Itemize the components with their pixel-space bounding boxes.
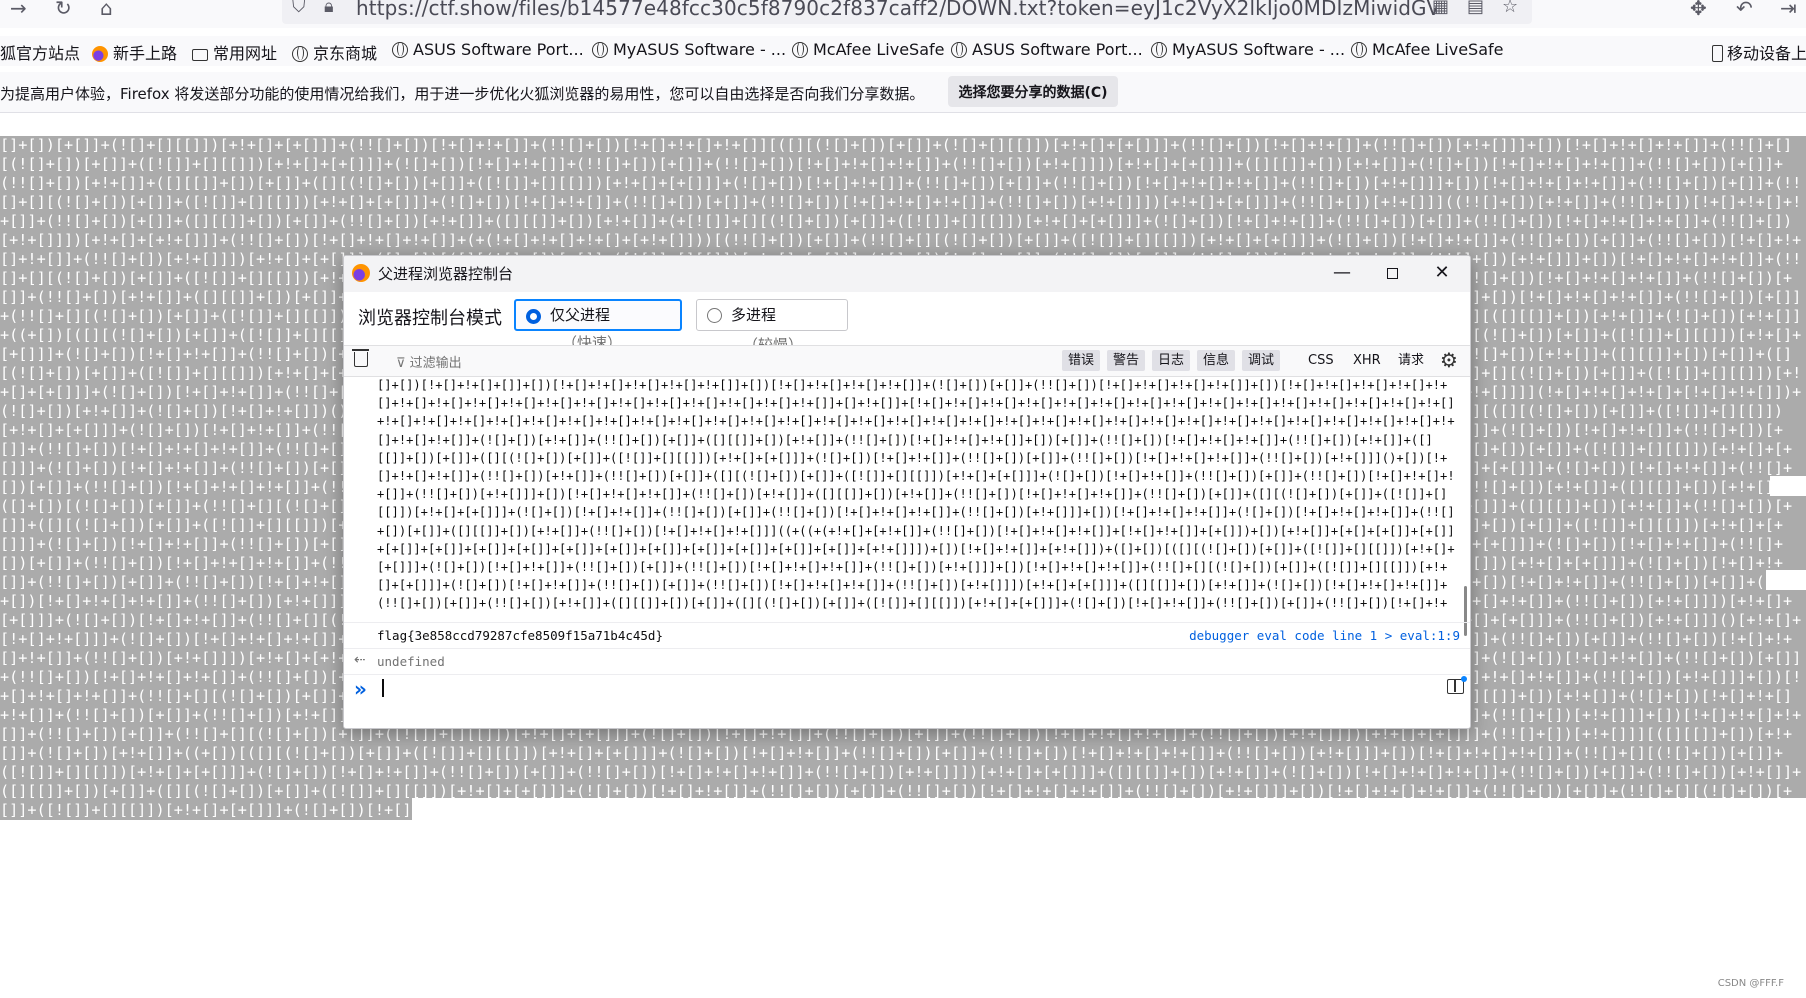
firefox-icon — [352, 264, 370, 282]
bookmark-item[interactable]: ASUS Software Port... — [392, 40, 584, 59]
globe-icon — [792, 42, 808, 58]
forward-arrow-icon[interactable]: → — [10, 0, 27, 20]
console-titlebar[interactable]: 父进程浏览器控制台 — ✕ — [344, 256, 1470, 292]
console-filter-bar: ⊽ 过滤输出 错误 警告 日志 信息 调试 CSS XHR 请求 ⚙ — [344, 345, 1470, 377]
console-return-row: ⇠ undefined — [344, 648, 1470, 675]
bookmark-star-icon[interactable]: ☆ — [1502, 0, 1518, 17]
radio-unselected[interactable] — [707, 308, 722, 323]
source-link[interactable]: debugger eval code line 1 > eval:1:9 — [1189, 628, 1460, 643]
bookmark-item[interactable]: 京东商城 — [292, 40, 377, 64]
filter-info[interactable]: 信息 — [1197, 350, 1236, 371]
bookmark-item[interactable]: 狐官方站点 — [0, 40, 80, 64]
filter-logs[interactable]: 日志 — [1152, 350, 1191, 371]
filter-css[interactable]: CSS — [1302, 350, 1340, 371]
extensions-icon[interactable]: ✥ — [1690, 0, 1707, 20]
close-icon[interactable]: ✕ — [1422, 260, 1462, 286]
maximize-icon[interactable] — [1372, 260, 1412, 286]
lock-icon[interactable]: 🔒︎ — [324, 0, 334, 17]
shield-icon[interactable]: ⛉ — [292, 0, 306, 17]
reload-icon[interactable]: ↻ — [55, 0, 72, 20]
flag-output: flag{3e858ccd79287cfe8509f15a71b4c45d} — [377, 628, 663, 643]
qr-code-icon[interactable]: ▦ — [1432, 0, 1449, 17]
mode-multiprocess[interactable]: 多进程（较慢） — [696, 299, 848, 354]
telemetry-notification: 为提高用户体验，Firefox 将发送部分功能的使用情况给我们，用于进一步优化火… — [0, 72, 1806, 113]
filter-warnings[interactable]: 警告 — [1107, 350, 1146, 371]
undo-icon[interactable]: ↶ — [1736, 0, 1753, 20]
bookmark-item[interactable]: ASUS Software Port... — [951, 40, 1143, 59]
notification-dot — [1461, 676, 1467, 682]
filter-requests[interactable]: 请求 — [1392, 350, 1430, 371]
reader-view-icon[interactable]: ▤ — [1467, 0, 1484, 17]
url-bar[interactable]: ⛉ 🔒︎ https://ctf.show/files/b14577e48fcc… — [282, 0, 1532, 24]
globe-icon — [1351, 42, 1367, 58]
gear-icon[interactable]: ⚙ — [1440, 348, 1458, 372]
console-mode-label: 浏览器控制台模式 — [358, 308, 502, 329]
filter-debug[interactable]: 调试 — [1242, 350, 1281, 371]
filter-xhr[interactable]: XHR — [1347, 350, 1387, 371]
mobile-bookmarks[interactable]: 移动设备上 — [1712, 40, 1806, 64]
filter-output-input[interactable]: ⊽ 过滤输出 — [396, 352, 462, 371]
return-arrow-icon: ⇠ — [354, 652, 366, 668]
globe-icon — [1151, 42, 1167, 58]
trash-icon[interactable] — [352, 349, 369, 367]
console-input-row[interactable]: » — [344, 674, 1470, 728]
browser-console-window: 父进程浏览器控制台 — ✕ 浏览器控制台模式 仅父进程（快速） 多进程（较慢） … — [343, 255, 1471, 729]
filter-errors[interactable]: 错误 — [1062, 350, 1101, 371]
exit-icon[interactable]: ⇥ — [1780, 0, 1797, 20]
globe-icon — [292, 46, 308, 62]
globe-icon — [592, 42, 608, 58]
home-icon[interactable]: ⌂ — [100, 0, 113, 20]
selection-gap — [1770, 476, 1806, 496]
phone-icon — [1712, 45, 1723, 62]
bookmark-folder[interactable]: 常用网址 — [192, 40, 277, 64]
bookmark-item[interactable]: 新手上路 — [92, 40, 177, 64]
console-title: 父进程浏览器控制台 — [378, 265, 514, 283]
bookmark-item[interactable]: McAfee LiveSafe — [792, 40, 945, 59]
watermark: CSDN @FFF.F — [1717, 978, 1784, 989]
selection-gap — [412, 798, 1806, 820]
console-input-cursor[interactable] — [382, 679, 384, 697]
console-output: []+[])[!+[]+!+[]+[]]+[])[!+[]+!+[]+!+[]+… — [344, 376, 1464, 616]
globe-icon — [951, 42, 967, 58]
url-text[interactable]: https://ctf.show/files/b14577e48fcc30c5f… — [356, 0, 1436, 20]
bookmarks-bar: 狐官方站点 新手上路 常用网址 京东商城 ASUS Software Port.… — [0, 36, 1806, 66]
console-log-row: flag{3e858ccd79287cfe8509f15a71b4c45d} d… — [344, 622, 1470, 649]
radio-selected[interactable] — [526, 309, 541, 324]
return-value: undefined — [377, 654, 445, 669]
bookmark-item[interactable]: MyASUS Software - ... — [592, 40, 786, 59]
folder-icon — [192, 49, 208, 61]
bookmark-item[interactable]: McAfee LiveSafe — [1351, 40, 1504, 59]
mode-parent-only[interactable]: 仅父进程（快速） — [514, 299, 682, 352]
prompt-chevron-icon: » — [354, 677, 367, 701]
minimize-icon[interactable]: — — [1322, 260, 1362, 286]
firefox-icon — [92, 46, 108, 62]
notification-text: 为提高用户体验，Firefox 将发送部分功能的使用情况给我们，用于进一步优化火… — [0, 85, 925, 103]
choose-data-button[interactable]: 选择您要分享的数据(C) — [948, 76, 1118, 107]
selection-gap — [1766, 570, 1806, 590]
globe-icon — [392, 42, 408, 58]
browser-toolbar: → ↻ ⌂ ⛉ 🔒︎ https://ctf.show/files/b14577… — [0, 0, 1806, 28]
bookmark-item[interactable]: MyASUS Software - ... — [1151, 40, 1345, 59]
console-code-output: []+[])[!+[]+!+[]+[]]+[])[!+[]+!+[]+!+[]+… — [377, 378, 1455, 616]
